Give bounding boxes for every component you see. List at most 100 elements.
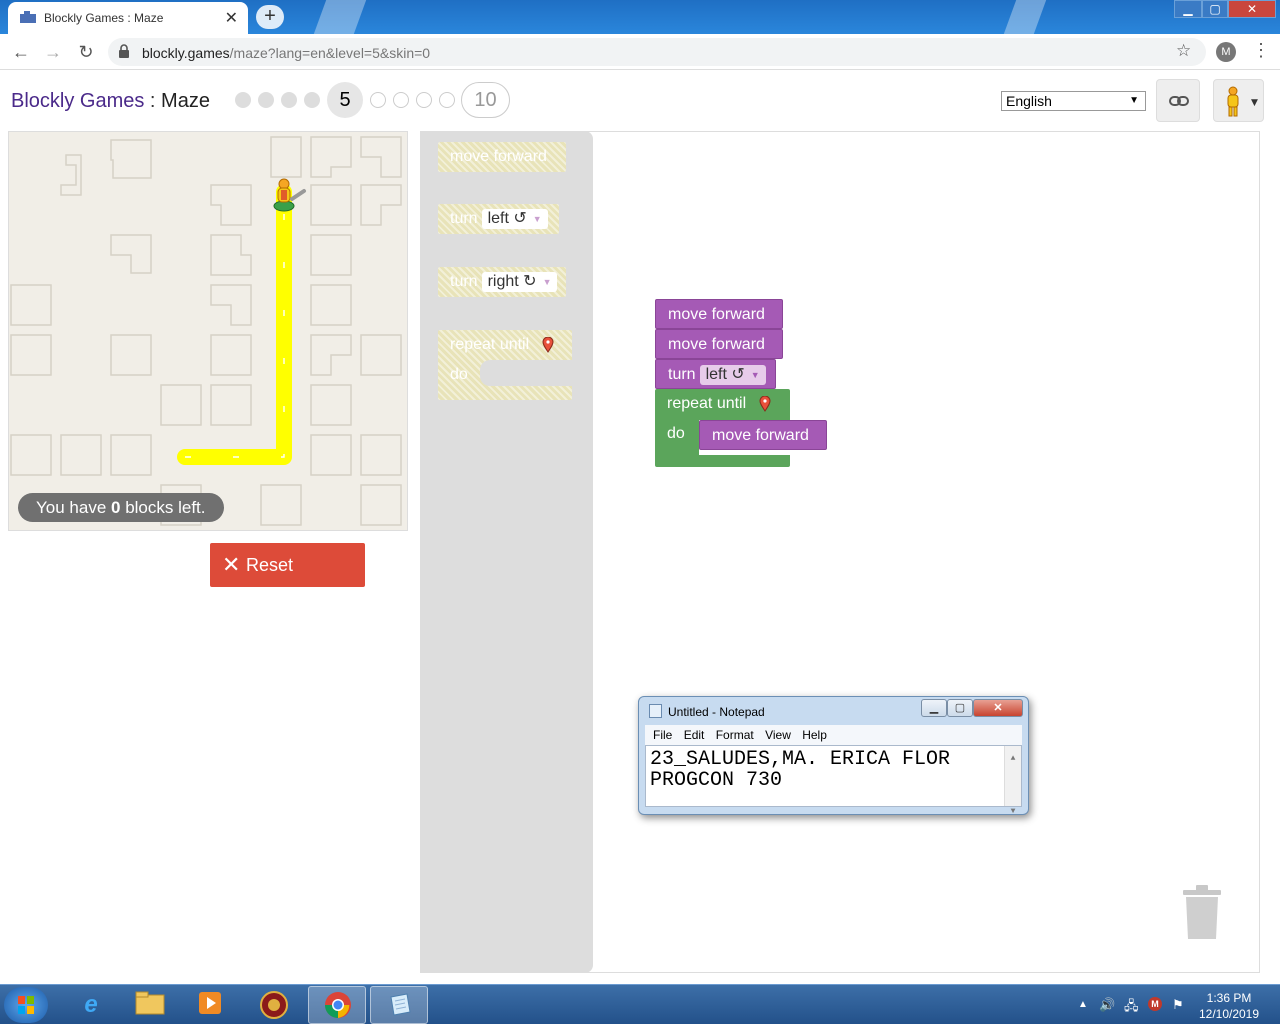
program-move-forward-block-1[interactable]: move forward	[655, 299, 783, 329]
menu-format[interactable]: Format	[708, 725, 754, 742]
notepad-close-button[interactable]: ✕	[973, 699, 1023, 717]
notepad-window[interactable]: Untitled - Notepad ▁ ▢ ✕ File Edit Forma…	[638, 696, 1029, 816]
toolbox-repeat-until-block[interactable]: repeat until do	[438, 330, 572, 400]
block-label: turn	[450, 273, 478, 290]
level-dot-1[interactable]	[235, 92, 251, 108]
blocks-left-prefix: You have	[36, 498, 111, 517]
language-select[interactable]: English ▼	[1001, 91, 1146, 111]
block-label: move forward	[450, 148, 547, 165]
folder-icon	[134, 990, 166, 1020]
notepad-minimize-button[interactable]: ▁	[921, 699, 947, 717]
map-pin-icon	[542, 336, 554, 353]
new-tab-button[interactable]: +	[256, 5, 284, 29]
url-path: /maze?lang=en&level=5&skin=0	[229, 45, 431, 61]
game-app-icon	[258, 990, 290, 1020]
taskbar-notepad[interactable]	[370, 986, 428, 1024]
profile-avatar[interactable]: M	[1216, 42, 1236, 62]
flag-alert-icon[interactable]: ⚑	[1172, 997, 1184, 1013]
window-minimize-button[interactable]: ▁	[1174, 0, 1202, 18]
block-label: repeat until	[667, 395, 747, 412]
vertical-scrollbar[interactable]: ▲ ▼	[1004, 746, 1021, 816]
dropdown-value: right ↻	[487, 273, 537, 290]
dropdown-arrow-icon: ▼	[750, 369, 760, 380]
page-title: Blockly Games : Maze	[11, 90, 210, 113]
back-arrow-icon[interactable]: ←	[10, 41, 32, 63]
notepad-maximize-button[interactable]: ▢	[947, 699, 973, 717]
program-move-forward-block-3[interactable]: move forward	[699, 420, 827, 450]
level-dot-9[interactable]	[439, 92, 455, 108]
start-button[interactable]	[4, 987, 48, 1023]
block-label: repeat until	[450, 336, 530, 353]
taskbar-chrome[interactable]	[308, 986, 366, 1024]
blocks-left-badge: You have 0 blocks left.	[18, 493, 224, 522]
level-dot-8[interactable]	[416, 92, 432, 108]
link-button[interactable]	[1156, 79, 1200, 122]
level-last[interactable]: 10	[461, 82, 510, 118]
maze-board	[8, 131, 408, 531]
map-pin-icon	[759, 395, 771, 412]
level-current[interactable]: 5	[327, 82, 363, 118]
toolbox-move-forward-block[interactable]: move forward	[438, 142, 566, 172]
antivirus-tray-icon[interactable]: M	[1148, 997, 1162, 1011]
maze-wall-tiles	[10, 136, 402, 526]
direction-dropdown[interactable]: left ↺ ▼	[699, 364, 766, 385]
windows-logo-icon	[18, 996, 34, 1014]
notepad-text-area[interactable]: 23_SALUDES,MA. ERICA FLOR PROGCON 730 ▲ ▼	[645, 745, 1022, 816]
taskbar-media-player[interactable]	[181, 986, 239, 1024]
browser-tab[interactable]: Blockly Games : Maze ✕	[8, 2, 248, 34]
dropdown-arrow-icon: ▼	[532, 213, 542, 224]
internet-explorer-icon: e	[84, 991, 98, 1018]
menu-help[interactable]: Help	[794, 725, 827, 742]
window-close-button[interactable]: ✕	[1228, 0, 1276, 18]
tray-expand-icon[interactable]: ▲	[1078, 999, 1088, 1010]
level-dot-2[interactable]	[258, 92, 274, 108]
network-icon[interactable]: 🖧	[1124, 997, 1139, 1019]
close-x-icon: ✕	[222, 552, 241, 577]
taskbar-internet-explorer[interactable]: e	[62, 986, 120, 1024]
browser-title-bar: Blockly Games : Maze ✕ + ▁ ▢ ✕	[0, 0, 1280, 34]
dropdown-arrow-icon: ▼	[542, 276, 552, 287]
window-maximize-button[interactable]: ▢	[1202, 0, 1228, 18]
level-dot-7[interactable]	[393, 92, 409, 108]
game-name: Maze	[161, 90, 210, 112]
menu-view[interactable]: View	[757, 725, 791, 742]
volume-icon[interactable]: 🔊	[1099, 997, 1115, 1013]
direction-dropdown[interactable]: left ↺ ▼	[481, 208, 548, 229]
dropdown-value: left ↺	[705, 366, 745, 383]
reload-icon[interactable]: ↻	[75, 41, 97, 63]
url-text: blockly.games/maze?lang=en&level=5&skin=…	[142, 45, 430, 61]
level-dot-6[interactable]	[370, 92, 386, 108]
clock-date: 12/10/2019	[1198, 1007, 1260, 1021]
block-label: turn	[668, 366, 696, 383]
menu-file[interactable]: File	[645, 725, 672, 742]
address-bar[interactable]: blockly.games/maze?lang=en&level=5&skin=…	[108, 38, 1206, 66]
toolbox-turn-right-block[interactable]: turn right ↻ ▼	[438, 267, 566, 297]
program-turn-left-block[interactable]: turn left ↺ ▼	[655, 359, 776, 389]
blocks-left-suffix: blocks left.	[120, 498, 206, 517]
title-separator: :	[144, 90, 162, 112]
level-dot-3[interactable]	[281, 92, 297, 108]
title-bar-decoration	[1003, 0, 1047, 34]
menu-edit[interactable]: Edit	[676, 725, 705, 742]
level-dot-4[interactable]	[304, 92, 320, 108]
blockly-games-link[interactable]: Blockly Games	[11, 90, 144, 112]
blockly-favicon-icon	[20, 11, 36, 23]
reset-button[interactable]: ✕ Reset	[210, 543, 365, 587]
title-bar-decoration	[313, 0, 367, 34]
maze-drawing	[10, 136, 402, 526]
trash-can-icon[interactable]	[1181, 884, 1223, 940]
program-move-forward-block-2[interactable]: move forward	[655, 329, 783, 359]
skin-select-button[interactable]: ▼	[1213, 79, 1264, 122]
taskbar-game-app[interactable]	[245, 986, 303, 1024]
toolbox-turn-left-block[interactable]: turn left ↺ ▼	[438, 204, 559, 234]
forward-arrow-icon[interactable]: →	[42, 41, 64, 63]
url-host: blockly.games	[142, 45, 230, 61]
notepad-menu-bar: File Edit Format View Help	[645, 725, 1022, 745]
direction-dropdown[interactable]: right ↻ ▼	[481, 271, 558, 292]
system-clock[interactable]: 1:36 PM 12/10/2019	[1196, 990, 1262, 1022]
taskbar-file-explorer[interactable]	[121, 986, 179, 1024]
browser-menu-icon[interactable]: ⋮	[1252, 40, 1270, 61]
block-label: move forward	[668, 336, 765, 353]
bookmark-star-icon[interactable]: ☆	[1176, 41, 1191, 61]
tab-close-icon[interactable]: ✕	[225, 8, 238, 28]
